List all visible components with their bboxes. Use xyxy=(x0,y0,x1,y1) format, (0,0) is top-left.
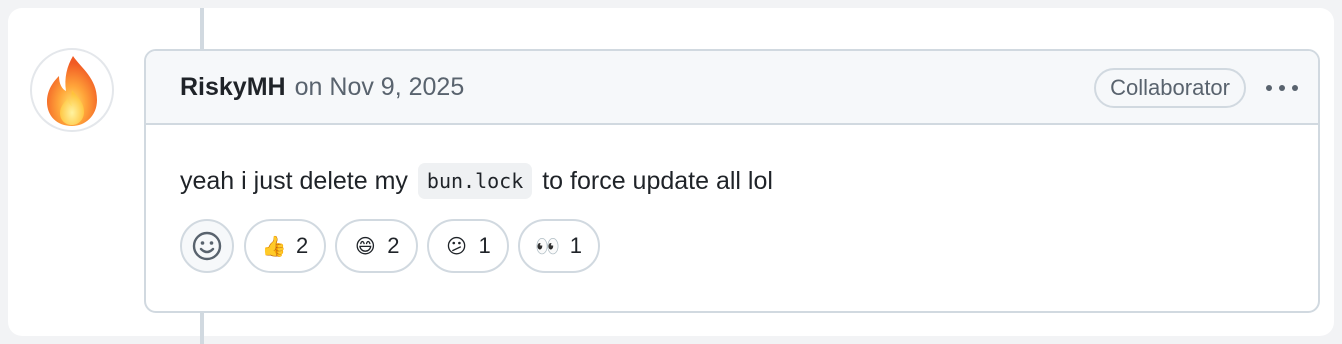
thumbs-up-icon: 👍 xyxy=(261,235,287,258)
reaction-count: 2 xyxy=(387,233,400,258)
reaction-confused[interactable]: 😕 1 xyxy=(426,219,509,273)
comment-text-before: yeah i just delete my xyxy=(180,166,408,195)
reaction-count: 2 xyxy=(296,233,309,258)
inline-code: bun.lock xyxy=(417,163,533,199)
fire-avatar-icon xyxy=(47,56,97,126)
comment-box: RiskyMH on Nov 9, 2025 Collaborator yeah … xyxy=(144,49,1320,313)
on-label: on xyxy=(294,72,323,101)
reaction-thumbs-up[interactable]: 👍 2 xyxy=(244,219,327,273)
reactions-bar: 👍 2 😄 2 😕 1 👀 1 xyxy=(180,219,1284,273)
reaction-laugh[interactable]: 😄 2 xyxy=(335,219,418,273)
comment-body: yeah i just delete my bun.lock to force … xyxy=(146,125,1318,273)
collaborator-badge: Collaborator xyxy=(1094,68,1246,108)
comment-text: yeah i just delete my bun.lock to force … xyxy=(180,161,1284,201)
add-reaction-button[interactable] xyxy=(180,219,234,273)
smiley-icon xyxy=(192,231,222,261)
confused-face-icon: 😕 xyxy=(446,235,467,258)
reaction-count: 1 xyxy=(569,233,582,258)
author-name[interactable]: RiskyMH xyxy=(180,73,286,102)
comment-header: RiskyMH on Nov 9, 2025 Collaborator xyxy=(146,51,1318,125)
reaction-count: 1 xyxy=(478,233,491,258)
reaction-eyes[interactable]: 👀 1 xyxy=(517,219,600,273)
more-options-icon[interactable] xyxy=(1264,75,1300,101)
comment-date: Nov 9, 2025 xyxy=(329,72,465,101)
eyes-icon: 👀 xyxy=(535,235,561,258)
comment-text-after: to force update all lol xyxy=(542,166,773,195)
grinning-face-icon: 😄 xyxy=(354,235,376,258)
comment-timestamp[interactable]: on Nov 9, 2025 xyxy=(295,73,465,102)
comment-card: RiskyMH on Nov 9, 2025 Collaborator yeah … xyxy=(8,8,1334,344)
avatar[interactable] xyxy=(30,48,114,132)
